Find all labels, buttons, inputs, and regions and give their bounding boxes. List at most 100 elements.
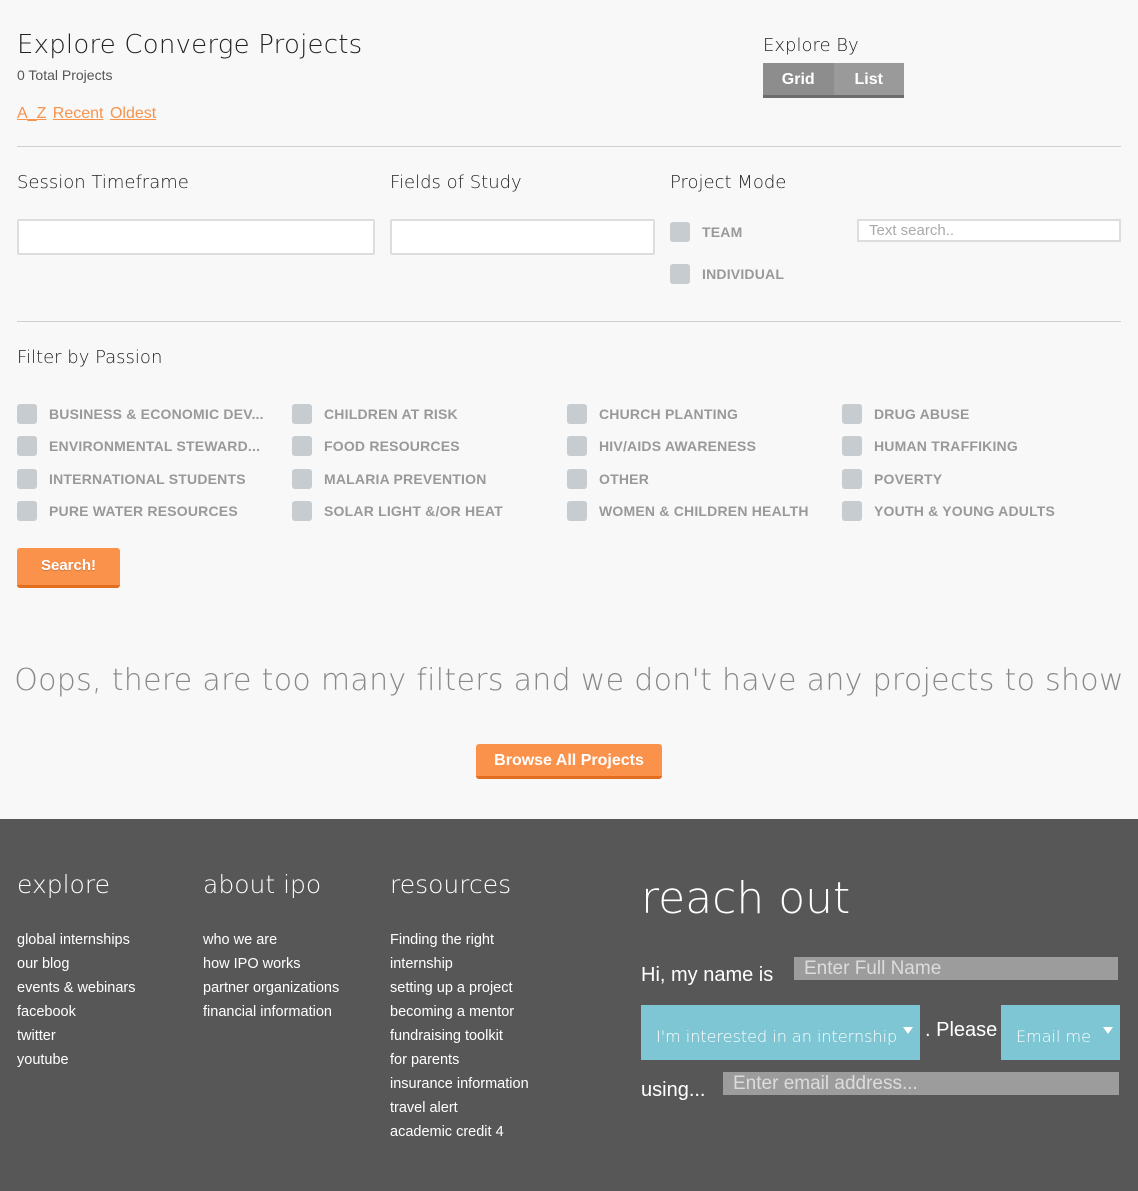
checkbox[interactable] <box>842 469 862 489</box>
search-button[interactable]: Search! <box>17 548 120 588</box>
full-name-input[interactable] <box>794 957 1118 980</box>
mode-individual-label: INDIVIDUAL <box>702 266 785 282</box>
footer-about-title: about ipo <box>203 870 322 899</box>
checkbox[interactable] <box>17 501 37 521</box>
checkbox[interactable] <box>842 404 862 424</box>
passion-label: OTHER <box>599 471 649 487</box>
passion-option[interactable]: YOUTH & YOUNG ADULTS <box>842 501 1055 521</box>
checkbox[interactable] <box>17 404 37 424</box>
checkbox[interactable] <box>292 404 312 424</box>
sort-oldest-link[interactable]: Oldest <box>110 105 156 122</box>
checkbox[interactable] <box>567 404 587 424</box>
passion-option[interactable]: HUMAN TRAFFIKING <box>842 436 1018 456</box>
footer-link[interactable]: facebook <box>17 1000 135 1024</box>
mode-individual-option[interactable]: INDIVIDUAL <box>670 264 784 284</box>
footer-link[interactable]: twitter <box>17 1024 135 1048</box>
passion-label: WOMEN & CHILDREN HEALTH <box>599 503 809 519</box>
footer-link[interactable]: global internships <box>17 928 135 952</box>
explore-by-label: Explore By <box>763 35 859 56</box>
passion-option[interactable]: FOOD RESOURCES <box>292 436 460 456</box>
checkbox[interactable] <box>292 501 312 521</box>
footer-link[interactable]: who we are <box>203 928 339 952</box>
checkbox[interactable] <box>670 222 690 242</box>
checkbox[interactable] <box>842 501 862 521</box>
checkbox[interactable] <box>567 501 587 521</box>
fields-of-study-select[interactable] <box>390 219 655 255</box>
passion-label: CHURCH PLANTING <box>599 406 739 422</box>
empty-state-message: Oops, there are too many filters and we … <box>14 663 1124 698</box>
grid-view-button[interactable]: Grid <box>763 63 834 95</box>
footer-explore-links: global internships our blog events & web… <box>17 928 135 1072</box>
text-search-input[interactable] <box>857 219 1121 242</box>
passion-label: CHILDREN AT RISK <box>324 406 458 422</box>
passion-option[interactable]: CHURCH PLANTING <box>567 404 738 424</box>
passion-option[interactable]: BUSINESS & ECONOMIC DEV... <box>17 404 264 424</box>
footer-link[interactable]: setting up a project <box>390 976 529 1000</box>
sort-recent-link[interactable]: Recent <box>53 105 104 122</box>
footer-link[interactable]: partner organizations <box>203 976 339 1000</box>
passion-label: HUMAN TRAFFIKING <box>874 438 1018 454</box>
footer-link[interactable]: fundraising toolkit <box>390 1024 529 1048</box>
sort-az-link[interactable]: A_Z <box>17 105 46 122</box>
footer-link[interactable]: our blog <box>17 952 135 976</box>
footer-link[interactable]: for parents <box>390 1048 529 1072</box>
checkbox[interactable] <box>292 436 312 456</box>
passion-option[interactable]: WOMEN & CHILDREN HEALTH <box>567 501 809 521</box>
footer-resources-links: Finding the right internship setting up … <box>390 928 529 1144</box>
footer-link[interactable]: travel alert <box>390 1096 529 1120</box>
fields-of-study-label: Fields of Study <box>390 172 522 193</box>
footer-link[interactable]: Finding the right <box>390 928 529 952</box>
passion-label: MALARIA PREVENTION <box>324 471 487 487</box>
passion-option[interactable]: INTERNATIONAL STUDENTS <box>17 469 246 489</box>
footer-link[interactable]: financial information <box>203 1000 339 1024</box>
contact-method-value: Email me <box>1016 1027 1091 1046</box>
divider <box>17 321 1121 322</box>
interest-select[interactable]: I'm interested in an internship <box>641 1005 920 1060</box>
session-timeframe-label: Session Timeframe <box>17 172 189 193</box>
browse-all-projects-button[interactable]: Browse All Projects <box>476 744 662 779</box>
footer-link[interactable]: academic credit 4 <box>390 1120 529 1144</box>
footer-link[interactable]: how IPO works <box>203 952 339 976</box>
list-view-button[interactable]: List <box>834 63 905 95</box>
checkbox[interactable] <box>17 469 37 489</box>
checkbox[interactable] <box>292 469 312 489</box>
using-text: using... <box>641 1079 706 1101</box>
footer-link[interactable]: internship <box>390 952 529 976</box>
reach-out-title: reach out <box>641 873 851 924</box>
passion-option[interactable]: ENVIRONMENTAL STEWARD... <box>17 436 260 456</box>
email-input[interactable] <box>723 1072 1119 1095</box>
passion-option[interactable]: CHILDREN AT RISK <box>292 404 458 424</box>
passion-option[interactable]: OTHER <box>567 469 649 489</box>
checkbox[interactable] <box>842 436 862 456</box>
footer-link[interactable]: becoming a mentor <box>390 1000 529 1024</box>
passion-label: PURE WATER RESOURCES <box>49 503 238 519</box>
passion-option[interactable]: SOLAR LIGHT &/OR HEAT <box>292 501 503 521</box>
passion-label: ENVIRONMENTAL STEWARD... <box>49 438 261 454</box>
passion-label: HIV/AIDS AWARENESS <box>599 438 757 454</box>
footer-link[interactable]: insurance information <box>390 1072 529 1096</box>
checkbox[interactable] <box>17 436 37 456</box>
contact-method-select[interactable]: Email me <box>1001 1005 1120 1060</box>
main-content: Explore Converge Projects 0 Total Projec… <box>0 0 1138 819</box>
session-timeframe-select[interactable] <box>17 219 375 255</box>
passion-label: SOLAR LIGHT &/OR HEAT <box>324 503 503 519</box>
footer-about-links: who we are how IPO works partner organiz… <box>203 928 339 1024</box>
total-projects: 0 Total Projects <box>17 67 113 83</box>
footer-explore-title: explore <box>17 870 110 899</box>
passion-label: POVERTY <box>874 471 943 487</box>
passion-option[interactable]: MALARIA PREVENTION <box>292 469 487 489</box>
checkbox[interactable] <box>567 436 587 456</box>
checkbox[interactable] <box>670 264 690 284</box>
passion-label: FOOD RESOURCES <box>324 438 460 454</box>
passion-option[interactable]: HIV/AIDS AWARENESS <box>567 436 756 456</box>
footer-link[interactable]: youtube <box>17 1048 135 1072</box>
footer-link[interactable]: events & webinars <box>17 976 135 1000</box>
passion-option[interactable]: PURE WATER RESOURCES <box>17 501 238 521</box>
sort-links: A_Z Recent Oldest <box>17 105 158 123</box>
view-toggle: Grid List <box>763 63 904 98</box>
passion-option[interactable]: POVERTY <box>842 469 942 489</box>
passion-label: DRUG ABUSE <box>874 406 970 422</box>
passion-option[interactable]: DRUG ABUSE <box>842 404 970 424</box>
mode-team-option[interactable]: TEAM <box>670 222 742 242</box>
checkbox[interactable] <box>567 469 587 489</box>
